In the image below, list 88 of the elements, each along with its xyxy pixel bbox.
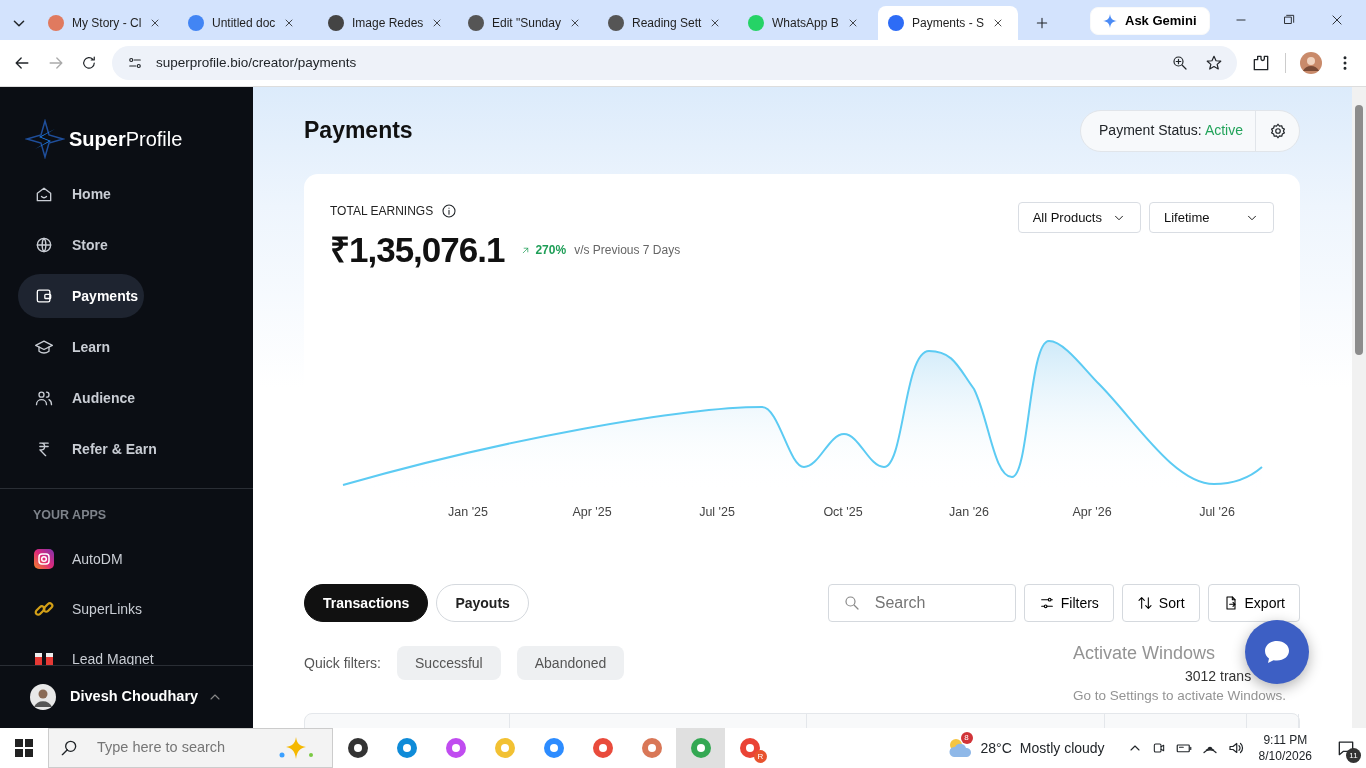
product-dropdown[interactable]: All Products [1017, 202, 1141, 233]
page-title: Payments [304, 116, 413, 145]
temperature: 28°C [980, 738, 1012, 758]
app-item[interactable]: SuperLinks [18, 587, 149, 632]
taskbar-search-box[interactable]: Type here to search [48, 728, 333, 768]
favicon-icon [888, 15, 904, 31]
quick-filter-chip[interactable]: Successful [397, 646, 501, 680]
axis-label: Jul '26 [1199, 504, 1235, 519]
search-icon [842, 594, 861, 612]
axis-label: Oct '25 [823, 504, 863, 519]
notification-count: 11 [1346, 748, 1361, 763]
cloudy-moon-icon[interactable] [946, 737, 973, 759]
activation-title: Activate Windows [1073, 643, 1216, 663]
star-icon[interactable] [1205, 54, 1223, 72]
new-tab-icon[interactable] [1034, 15, 1050, 31]
earnings-amount: ₹1,35,076.1 [330, 229, 505, 271]
scrollbar-thumb[interactable] [1355, 105, 1363, 355]
gemini-button[interactable]: Ask Gemini [1090, 7, 1210, 35]
sidebar-item[interactable]: Audience [18, 376, 141, 421]
sparkle-icon [1103, 14, 1117, 28]
browser-tab[interactable]: Edit "Sunday [458, 6, 598, 40]
restore-icon[interactable] [1282, 13, 1296, 27]
browser-tab[interactable]: My Story - Cl [38, 6, 178, 40]
filters-button[interactable]: Filters [1023, 584, 1114, 622]
logo-text: SuperProfile [69, 127, 183, 153]
browser-tab[interactable]: Reading Sett [598, 6, 738, 40]
browser-tab[interactable]: Image Redes [318, 6, 458, 40]
search-box[interactable]: Search [827, 584, 1016, 622]
sort-arrows-icon [1136, 595, 1153, 611]
app-item[interactable]: AutoDM [18, 537, 129, 582]
search-icon [59, 738, 79, 758]
period-dropdown[interactable]: Lifetime [1149, 202, 1274, 233]
clock-date: 8/10/2026 [1258, 748, 1312, 765]
magnet-icon [34, 653, 54, 665]
camera-icon [34, 549, 54, 570]
transaction-count: 3012 trans [1185, 667, 1252, 686]
axis-label: Apr '25 [572, 504, 612, 519]
favicon-icon [328, 15, 344, 31]
comparison-note: v/s Previous 7 Days [574, 242, 681, 260]
view-tab[interactable]: Payouts [436, 584, 529, 622]
close-icon[interactable] [1330, 13, 1344, 27]
chat-bubble-icon [1264, 640, 1290, 664]
avatar-icon [30, 684, 56, 710]
extensions-icon[interactable] [1251, 53, 1271, 73]
weather-badge: 8 [960, 732, 973, 744]
info-icon[interactable] [441, 203, 458, 219]
activation-note: Go to Settings to activate Windows. [1073, 688, 1287, 703]
reload-icon[interactable] [80, 54, 98, 72]
sidebar-item[interactable]: Home [18, 172, 117, 217]
payment-status: Payment Status: Active [1098, 121, 1244, 140]
close-icon[interactable] [569, 17, 581, 29]
quick-filters-label: Quick filters: [304, 653, 381, 673]
sidebar-item[interactable]: Store [18, 223, 114, 268]
sliders-icon [1038, 595, 1055, 611]
earnings-label: TOTAL EARNINGS [330, 203, 434, 220]
favicon-icon [748, 15, 764, 31]
favicon-icon [48, 15, 64, 31]
sort-button[interactable]: Sort [1121, 584, 1200, 622]
axis-label: Jan '25 [448, 504, 488, 519]
weather-text: Mostly cloudy [1019, 738, 1105, 758]
browser-tab[interactable]: Untitled doc [178, 6, 318, 40]
search-field[interactable]: Search [872, 590, 1003, 616]
favicon-icon [608, 15, 624, 31]
sidebar-item[interactable]: Learn [18, 325, 117, 370]
quick-filter-chip[interactable]: Abandoned [516, 646, 625, 680]
favicon-icon [468, 15, 484, 31]
taskbar-search-field[interactable]: Type here to search [95, 736, 260, 760]
profile-badge: R [754, 750, 767, 763]
sidebar-item[interactable]: Payments [18, 274, 145, 319]
avatar-icon[interactable] [1300, 52, 1322, 74]
axis-label: Jul '25 [699, 504, 735, 519]
axis-label: Apr '26 [1072, 504, 1112, 519]
logo-icon [25, 119, 65, 160]
favicon-icon [188, 15, 204, 31]
change-percent: 270% [520, 241, 567, 260]
user-name: Divesh Choudhary [70, 687, 199, 707]
settings-icon[interactable] [1268, 121, 1287, 140]
clock-time: 9:11 PM [1262, 731, 1309, 748]
view-tab[interactable]: Transactions [304, 584, 429, 622]
browser-tab[interactable]: WhatsApp B [738, 6, 878, 40]
zoom-icon[interactable] [1171, 54, 1189, 72]
address-bar[interactable]: superprofile.bio/creator/payments [112, 46, 1237, 80]
axis-label: Jan '26 [949, 504, 989, 519]
browser-tab[interactable]: Payments - S [878, 6, 1018, 40]
section-heading: YOUR APPS [32, 507, 108, 525]
windows-start-icon[interactable] [15, 739, 33, 757]
sidebar-item[interactable]: Refer & Earn [18, 427, 163, 472]
export-button[interactable]: Export [1207, 584, 1300, 622]
